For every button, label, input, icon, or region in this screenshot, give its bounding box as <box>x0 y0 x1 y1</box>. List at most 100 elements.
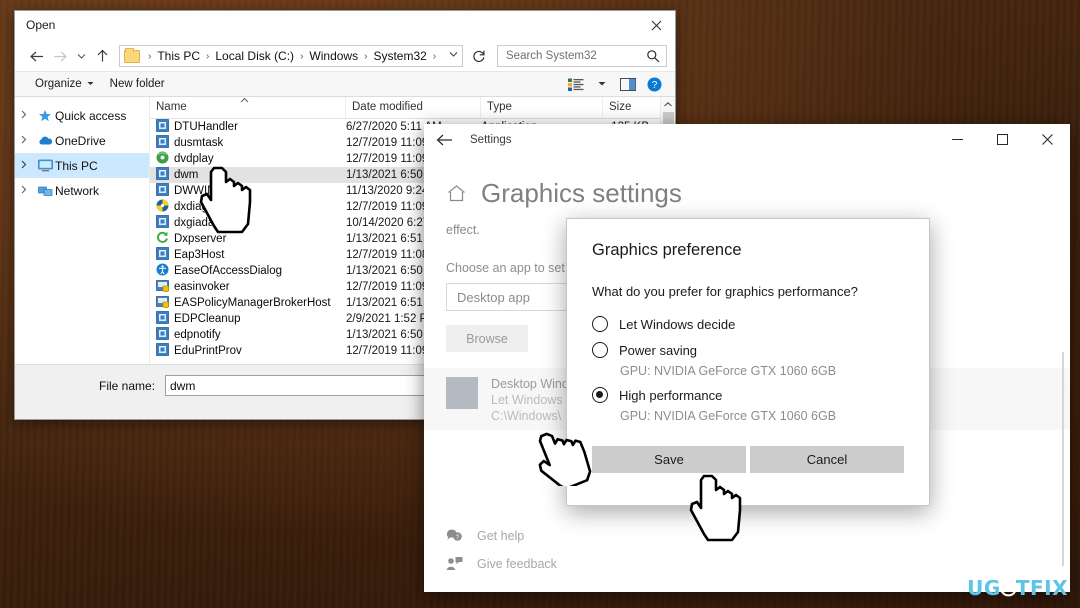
back-arrow-icon[interactable] <box>25 45 47 67</box>
sidebar-item-onedrive[interactable]: OneDrive <box>15 128 149 153</box>
open-dialog-title: Open <box>26 18 56 32</box>
chevron-down-icon[interactable] <box>589 74 615 94</box>
help-icon[interactable]: ? <box>641 74 667 94</box>
file-name-cell: edpnotify <box>150 327 346 343</box>
chevron-down-icon[interactable] <box>449 50 458 59</box>
cancel-label: Cancel <box>806 452 848 467</box>
breadcrumb-separator: › <box>432 50 437 62</box>
radio-icon[interactable] <box>592 342 608 358</box>
dxdiag-icon <box>156 199 169 215</box>
app-path: C:\Windows\ <box>491 409 562 423</box>
sidebar-item-network[interactable]: Network <box>15 178 149 203</box>
browse-button[interactable]: Browse <box>446 325 528 352</box>
column-header-size[interactable]: Size <box>603 97 665 118</box>
new-folder-button[interactable]: New folder <box>102 75 173 93</box>
cancel-button[interactable]: Cancel <box>750 446 904 473</box>
chevron-right-icon[interactable] <box>21 185 35 196</box>
get-help-label: Get help <box>477 529 525 543</box>
save-button[interactable]: Save <box>592 446 746 473</box>
preview-pane-icon[interactable] <box>615 74 641 94</box>
file-name-text: dusmtask <box>174 137 224 149</box>
file-name-text: Dxpserver <box>174 233 227 245</box>
network-icon <box>35 184 55 197</box>
close-icon[interactable] <box>637 11 675 40</box>
window-controls <box>935 124 1070 155</box>
file-name-text: dxdiag <box>174 201 208 213</box>
sidebar-item-label: Network <box>55 183 100 198</box>
file-name-text: dwm <box>174 169 199 181</box>
radio-option-high-performance[interactable]: High performance <box>592 382 929 408</box>
radio-option-power-saving[interactable]: Power saving <box>592 337 929 363</box>
file-name-cell: dusmtask <box>150 135 346 151</box>
app-icon <box>446 377 478 409</box>
file-name-cell: dxgiadapterc <box>150 215 346 231</box>
settings-page-heading: Graphics settings <box>424 156 1070 209</box>
refresh-icon[interactable] <box>467 45 491 67</box>
back-arrow-icon[interactable] <box>424 124 464 156</box>
app-name: Desktop Wind <box>491 377 569 391</box>
file-name-text: edpnotify <box>174 329 221 341</box>
home-icon[interactable] <box>446 183 467 204</box>
column-header-date-modified[interactable]: Date modified <box>346 97 481 118</box>
file-list-header: Name Date modified Type Size <box>150 97 675 119</box>
shield-app-icon <box>156 295 169 311</box>
computer-icon <box>35 159 55 172</box>
chevron-down-icon[interactable] <box>73 45 89 67</box>
minimize-icon[interactable] <box>935 124 980 155</box>
browse-label: Browse <box>466 331 508 346</box>
breadcrumb-separator: › <box>300 50 304 62</box>
column-label: Size <box>609 101 632 113</box>
app-exe-icon <box>156 135 169 151</box>
chevron-right-icon[interactable] <box>21 135 35 146</box>
breadcrumb-separator: › <box>206 50 210 62</box>
breadcrumb-item-0[interactable]: This PC <box>155 49 202 63</box>
sidebar-item-this-pc[interactable]: This PC <box>15 153 149 178</box>
column-header-name[interactable]: Name <box>150 97 346 118</box>
search-input[interactable]: Search System32 <box>497 45 667 67</box>
file-name-text: EDPCleanup <box>174 313 241 325</box>
radio-label: High performance <box>619 387 723 403</box>
radio-label: Let Windows decide <box>619 316 736 332</box>
dialog-question: What do you prefer for graphics performa… <box>592 284 858 299</box>
file-name-value: dwm <box>170 378 196 393</box>
maximize-icon[interactable] <box>980 124 1025 155</box>
open-dialog-navbar: › This PC › Local Disk (C:) › Windows › … <box>15 41 675 71</box>
radio-icon[interactable] <box>592 316 608 332</box>
view-list-icon[interactable] <box>563 74 589 94</box>
refresh-green-icon <box>156 231 169 247</box>
dialog-buttons: Save Cancel <box>567 427 929 473</box>
give-feedback-link[interactable]: Give feedback <box>446 550 1070 578</box>
watermark-text-part1: UG <box>967 576 1001 600</box>
up-arrow-icon[interactable] <box>91 45 113 67</box>
organize-button[interactable]: Organize <box>27 75 102 93</box>
close-icon[interactable] <box>1025 124 1070 155</box>
chevron-right-icon[interactable] <box>21 110 35 121</box>
settings-titlebar[interactable]: Settings <box>424 124 1070 156</box>
file-name-text: dxgiadapterc <box>174 217 240 229</box>
chevron-down-icon <box>87 81 94 88</box>
get-help-link[interactable]: ? Get help <box>446 522 1070 550</box>
radio-icon[interactable] <box>592 387 608 403</box>
file-name-cell: DWWIN <box>150 183 346 199</box>
scroll-up-icon[interactable] <box>661 97 675 112</box>
app-exe-icon <box>156 247 169 263</box>
question-bubble-icon: ? <box>446 528 463 545</box>
file-name-cell: dwm <box>150 167 346 183</box>
column-header-type[interactable]: Type <box>481 97 603 118</box>
open-dialog-toolbar: Organize New folder ? <box>15 71 675 97</box>
breadcrumb[interactable]: › This PC › Local Disk (C:) › Windows › … <box>119 45 463 67</box>
file-name-cell: dxdiag <box>150 199 346 215</box>
breadcrumb-item-3[interactable]: System32 <box>371 49 428 63</box>
breadcrumb-item-2[interactable]: Windows <box>307 49 360 63</box>
radio-option-let-windows-decide[interactable]: Let Windows decide <box>592 311 929 337</box>
file-name-cell: Dxpserver <box>150 231 346 247</box>
search-icon[interactable] <box>646 49 660 63</box>
app-details: Desktop Wind Let Windows C:\Windows\ <box>491 377 569 430</box>
chevron-right-icon[interactable] <box>21 160 35 171</box>
sidebar-item-quick-access[interactable]: Quick access <box>15 103 149 128</box>
navigation-pane: Quick access OneDrive This PC Network <box>15 97 150 364</box>
app-exe-icon <box>156 167 169 183</box>
open-dialog-titlebar[interactable]: Open <box>15 11 675 41</box>
file-name-cell: EaseOfAccessDialog <box>150 263 346 279</box>
breadcrumb-item-1[interactable]: Local Disk (C:) <box>213 49 296 63</box>
